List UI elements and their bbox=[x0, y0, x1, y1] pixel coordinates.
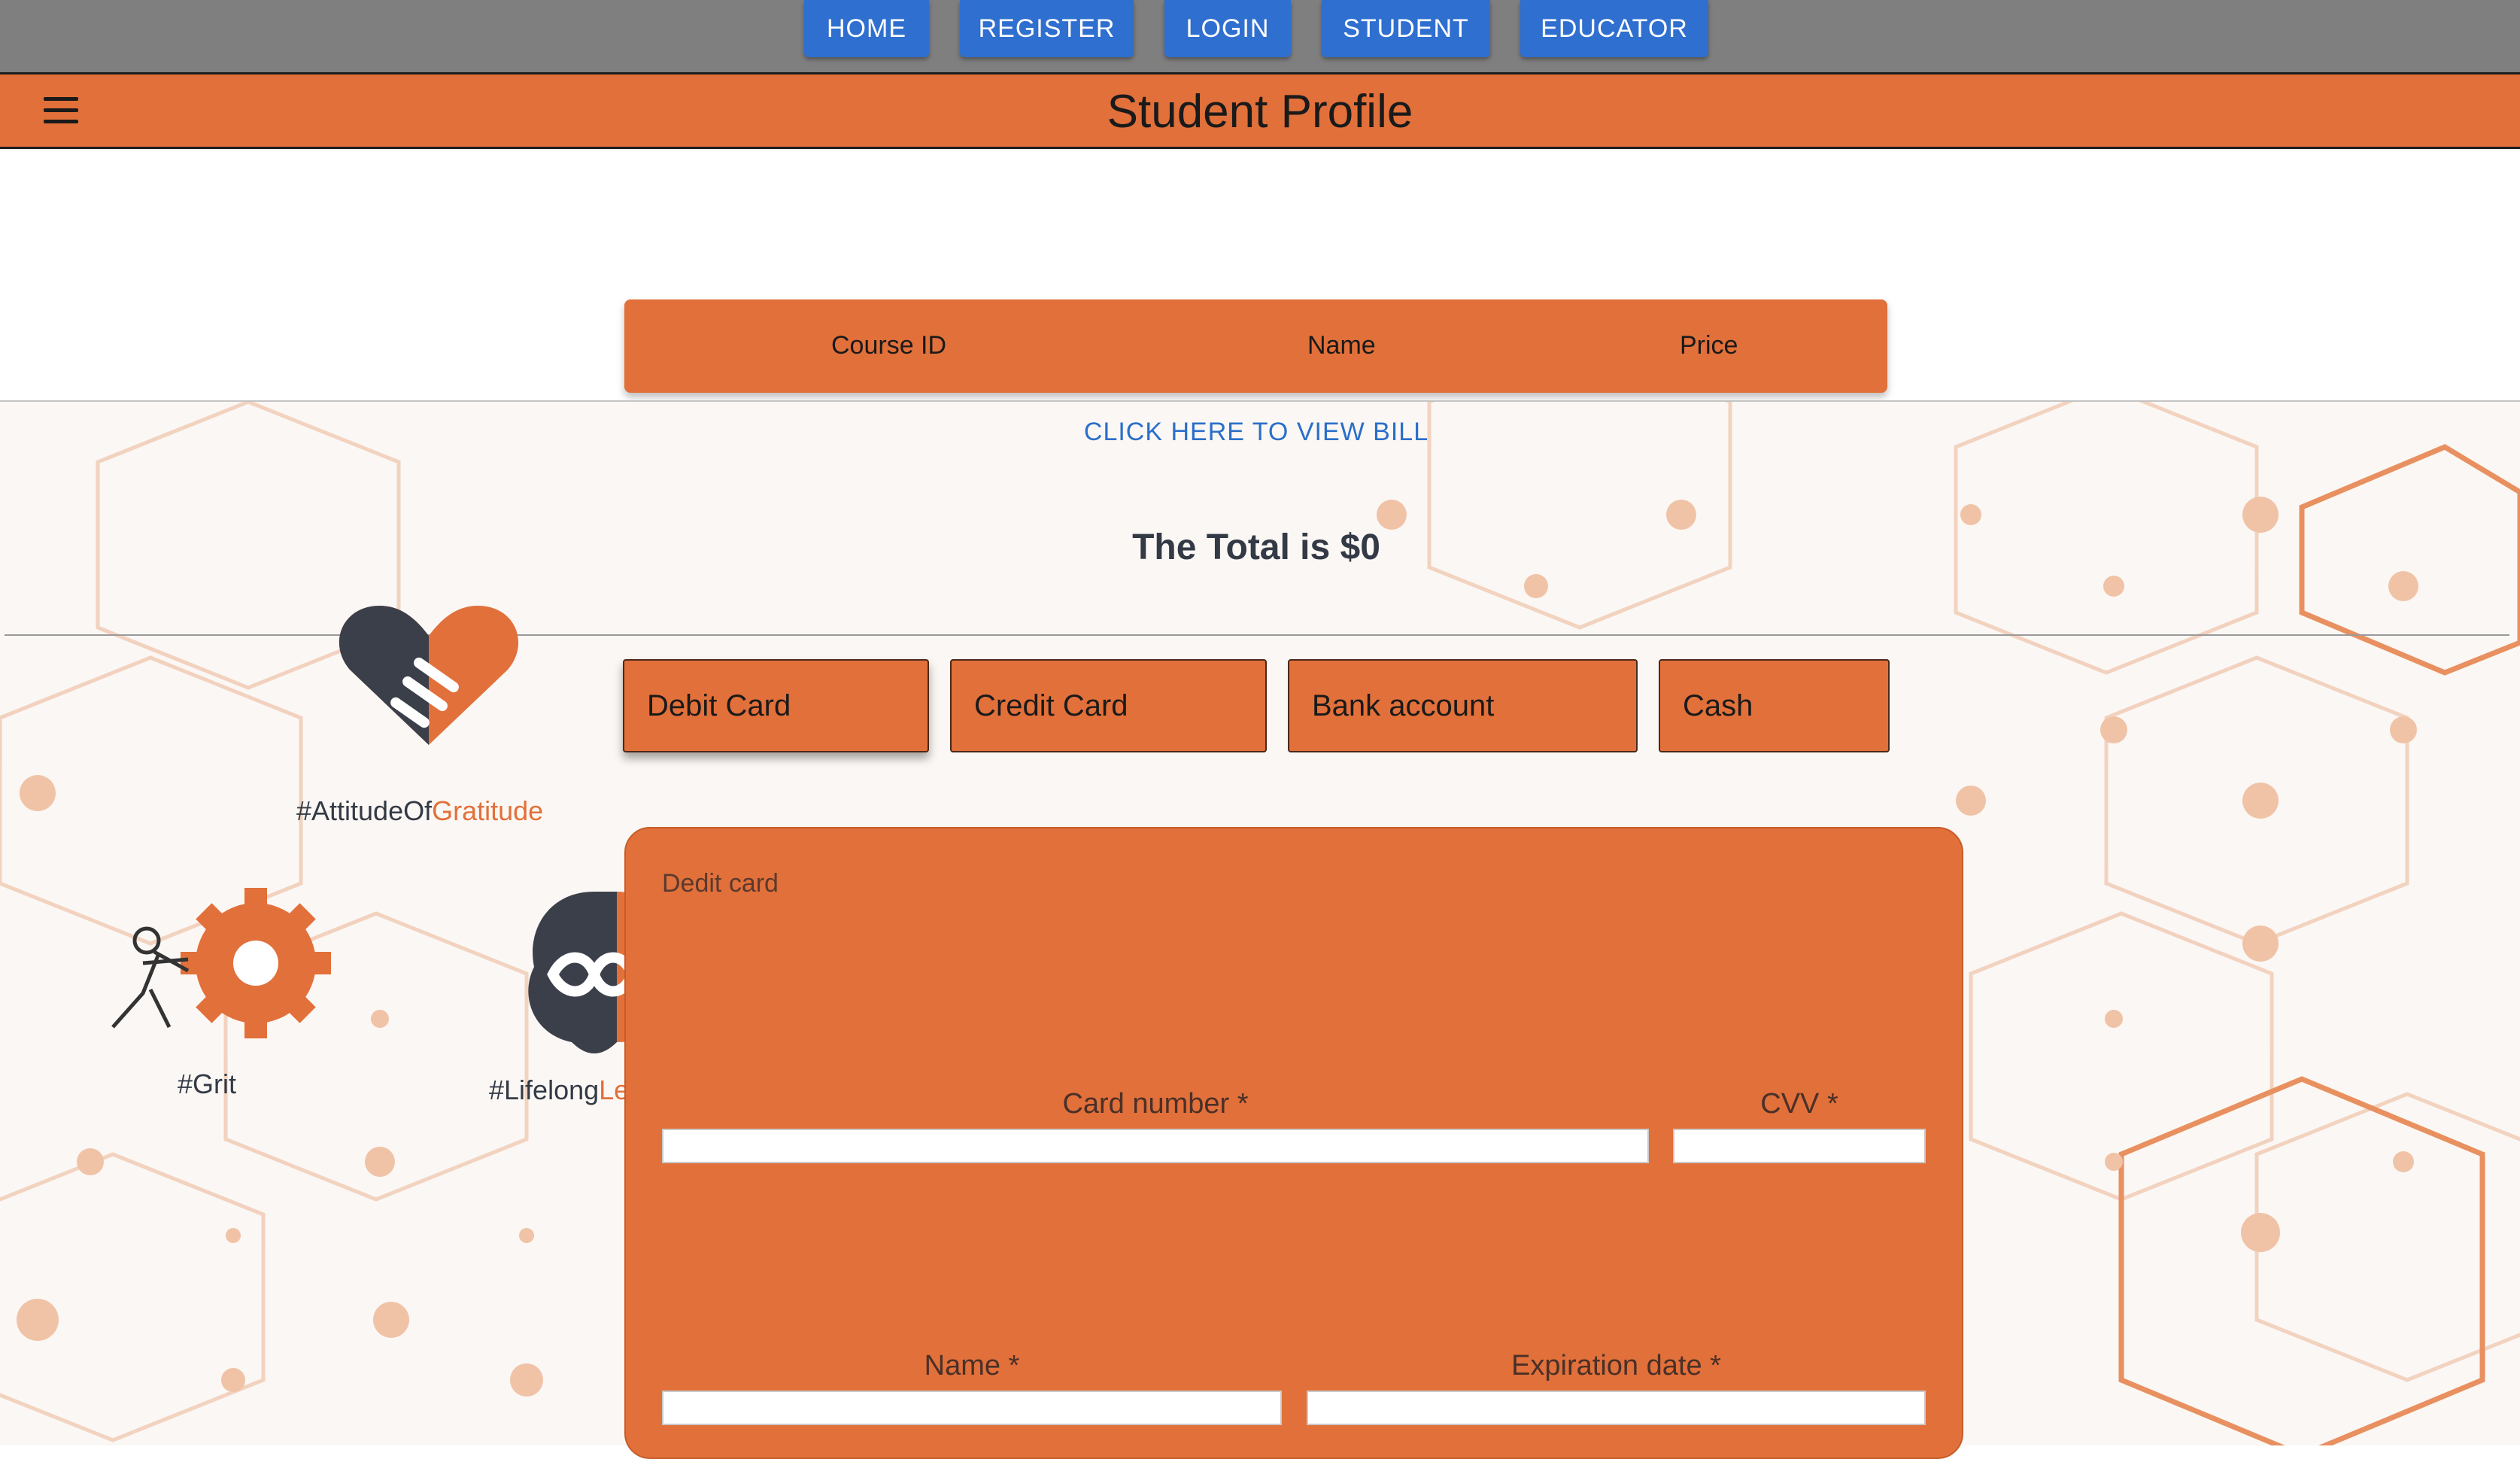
gratitude-caption: #AttitudeOfGratitude bbox=[296, 795, 544, 826]
grit-caption: #Grit bbox=[178, 1068, 237, 1099]
total-amount: The Total is $0 bbox=[1132, 527, 1380, 567]
name-input[interactable] bbox=[662, 1391, 1282, 1425]
column-name: Name bbox=[1307, 331, 1376, 360]
tab-cash[interactable]: Cash bbox=[1659, 659, 1890, 752]
view-bill-link[interactable]: CLICK HERE TO VIEW BILL bbox=[1016, 418, 1497, 447]
lifelong-learning-logo bbox=[519, 884, 624, 1065]
card-number-label: Card number * bbox=[1062, 1088, 1249, 1120]
expiration-date-label: Expiration date * bbox=[1511, 1350, 1721, 1381]
column-price: Price bbox=[1680, 331, 1738, 360]
nav-home-button[interactable]: HOME bbox=[804, 0, 929, 57]
panel-label: Dedit card bbox=[662, 869, 779, 898]
page-header: Student Profile bbox=[0, 74, 2520, 149]
tab-credit-card[interactable]: Credit Card bbox=[950, 659, 1267, 752]
course-table-header: Course ID Name Price bbox=[624, 299, 1887, 393]
page-title: Student Profile bbox=[1107, 86, 1413, 138]
nav-register-button[interactable]: REGISTER bbox=[960, 0, 1134, 57]
grit-logo bbox=[98, 888, 339, 1038]
nav-student-button[interactable]: STUDENT bbox=[1322, 0, 1490, 57]
expiration-date-input[interactable] bbox=[1307, 1391, 1926, 1425]
gear-icon bbox=[111, 888, 331, 1038]
column-course-id: Course ID bbox=[831, 331, 947, 360]
cvv-input[interactable] bbox=[1673, 1129, 1926, 1163]
name-label: Name * bbox=[924, 1350, 1020, 1381]
nav-login-button[interactable]: LOGIN bbox=[1164, 0, 1291, 57]
lifelong-caption: #LifelongLe bbox=[489, 1074, 624, 1105]
gratitude-logo bbox=[335, 602, 523, 752]
tab-debit-card[interactable]: Debit Card bbox=[623, 659, 929, 752]
brain-icon bbox=[528, 892, 624, 1053]
cvv-label: CVV * bbox=[1760, 1088, 1838, 1120]
top-navigation-bar: HOME REGISTER LOGIN STUDENT EDUCATOR bbox=[0, 0, 2520, 74]
handshake-heart-icon bbox=[339, 606, 519, 745]
tab-bank-account[interactable]: Bank account bbox=[1288, 659, 1638, 752]
nav-educator-button[interactable]: EDUCATOR bbox=[1520, 0, 1708, 57]
card-number-input[interactable] bbox=[662, 1129, 1649, 1163]
